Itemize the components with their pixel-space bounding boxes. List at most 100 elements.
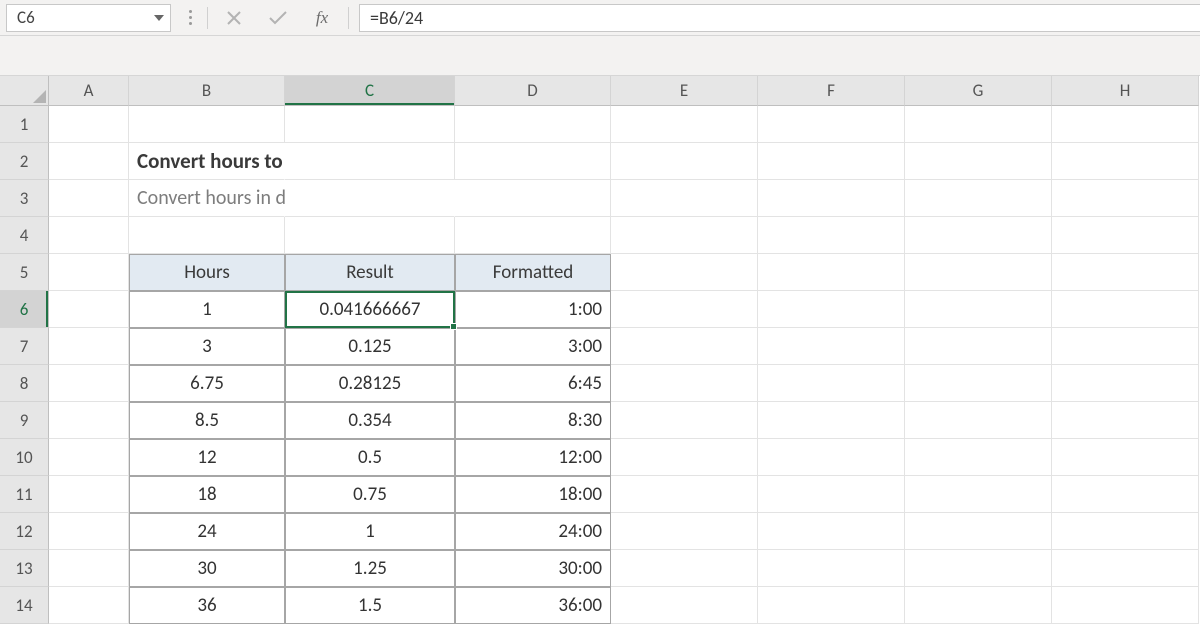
cell[interactable]: [1052, 106, 1199, 143]
cells-area[interactable]: Convert hours to time Convert hours in d…: [49, 106, 1199, 624]
cell-hours[interactable]: 1: [129, 291, 285, 328]
cell-formatted[interactable]: 30:00: [455, 550, 611, 587]
cell[interactable]: [1052, 291, 1199, 328]
cell[interactable]: [1052, 587, 1199, 624]
cell-formatted[interactable]: 12:00: [455, 439, 611, 476]
cell[interactable]: [905, 550, 1052, 587]
cell[interactable]: [285, 180, 455, 217]
cell[interactable]: [285, 143, 455, 180]
cell-formatted[interactable]: 24:00: [455, 513, 611, 550]
row-header[interactable]: 8: [0, 365, 49, 402]
cell-hours[interactable]: 30: [129, 550, 285, 587]
cell[interactable]: [49, 291, 129, 328]
cell[interactable]: [49, 439, 129, 476]
cell[interactable]: [611, 365, 758, 402]
cell[interactable]: [611, 106, 758, 143]
cell[interactable]: [758, 291, 905, 328]
column-header[interactable]: D: [455, 76, 611, 106]
cell-result[interactable]: 1: [285, 513, 455, 550]
cell-formatted[interactable]: 36:00: [455, 587, 611, 624]
cell[interactable]: [49, 587, 129, 624]
cell-hours[interactable]: 24: [129, 513, 285, 550]
cell[interactable]: [905, 365, 1052, 402]
row-header[interactable]: 10: [0, 439, 49, 476]
cell[interactable]: [49, 513, 129, 550]
column-header-selected[interactable]: C: [285, 76, 455, 106]
cell[interactable]: [1052, 217, 1199, 254]
cell-formatted[interactable]: 18:00: [455, 476, 611, 513]
cell-result[interactable]: 0.354: [285, 402, 455, 439]
cell[interactable]: [1052, 550, 1199, 587]
select-all-corner[interactable]: [0, 76, 49, 106]
cell[interactable]: [1052, 254, 1199, 291]
cell[interactable]: [758, 180, 905, 217]
cell-hours[interactable]: 6.75: [129, 365, 285, 402]
cell[interactable]: [1052, 328, 1199, 365]
cell[interactable]: [49, 402, 129, 439]
cell[interactable]: [758, 402, 905, 439]
cell[interactable]: [455, 217, 611, 254]
cell[interactable]: [611, 254, 758, 291]
cell[interactable]: [455, 143, 611, 180]
row-header[interactable]: 12: [0, 513, 49, 550]
cell-result[interactable]: 1.5: [285, 587, 455, 624]
table-header-formatted[interactable]: Formatted: [455, 254, 611, 291]
cell[interactable]: [1052, 476, 1199, 513]
formula-input[interactable]: =B6/24: [359, 4, 1200, 32]
cell-hours[interactable]: 18: [129, 476, 285, 513]
subtitle-cell[interactable]: Convert hours in decimal format to Excel…: [129, 180, 285, 217]
row-header[interactable]: 11: [0, 476, 49, 513]
cell-hours[interactable]: 12: [129, 439, 285, 476]
dropdown-icon[interactable]: [154, 15, 164, 21]
cell[interactable]: [611, 476, 758, 513]
cell[interactable]: [1052, 365, 1199, 402]
column-header[interactable]: A: [49, 76, 129, 106]
cell[interactable]: [905, 476, 1052, 513]
cell-formatted[interactable]: 6:45: [455, 365, 611, 402]
cell[interactable]: [905, 328, 1052, 365]
cell[interactable]: [905, 106, 1052, 143]
cell-result[interactable]: 0.5: [285, 439, 455, 476]
cell[interactable]: [905, 143, 1052, 180]
insert-function-button[interactable]: fx: [300, 4, 344, 32]
row-header[interactable]: 9: [0, 402, 49, 439]
cell[interactable]: [905, 254, 1052, 291]
row-header[interactable]: 3: [0, 180, 49, 217]
cell-result[interactable]: 0.125: [285, 328, 455, 365]
cell[interactable]: [905, 587, 1052, 624]
cell[interactable]: [49, 106, 129, 143]
cell[interactable]: [455, 106, 611, 143]
cell[interactable]: [1052, 439, 1199, 476]
cell-result[interactable]: 0.75: [285, 476, 455, 513]
row-header[interactable]: 13: [0, 550, 49, 587]
cell[interactable]: [905, 439, 1052, 476]
enter-button[interactable]: [256, 4, 300, 32]
cell[interactable]: [905, 291, 1052, 328]
cell[interactable]: [611, 328, 758, 365]
title-cell[interactable]: Convert hours to time: [129, 143, 285, 180]
row-header[interactable]: 2: [0, 143, 49, 180]
cell[interactable]: [611, 143, 758, 180]
column-header[interactable]: H: [1052, 76, 1199, 106]
cell-formatted[interactable]: 1:00: [455, 291, 611, 328]
row-header[interactable]: 4: [0, 217, 49, 254]
cell-hours[interactable]: 36: [129, 587, 285, 624]
cell[interactable]: [758, 328, 905, 365]
cell[interactable]: [285, 106, 455, 143]
cell[interactable]: [758, 476, 905, 513]
cell[interactable]: [611, 513, 758, 550]
cell[interactable]: [758, 106, 905, 143]
row-header[interactable]: 5: [0, 254, 49, 291]
row-header[interactable]: 7: [0, 328, 49, 365]
cell[interactable]: [758, 365, 905, 402]
name-box[interactable]: C6: [6, 4, 171, 32]
cell[interactable]: [49, 476, 129, 513]
column-header[interactable]: B: [129, 76, 285, 106]
cell-formatted[interactable]: 3:00: [455, 328, 611, 365]
cell[interactable]: [611, 217, 758, 254]
cell[interactable]: [611, 402, 758, 439]
cell-result[interactable]: 0.28125: [285, 365, 455, 402]
cell-hours[interactable]: 3: [129, 328, 285, 365]
cell[interactable]: [758, 439, 905, 476]
cell[interactable]: [129, 106, 285, 143]
